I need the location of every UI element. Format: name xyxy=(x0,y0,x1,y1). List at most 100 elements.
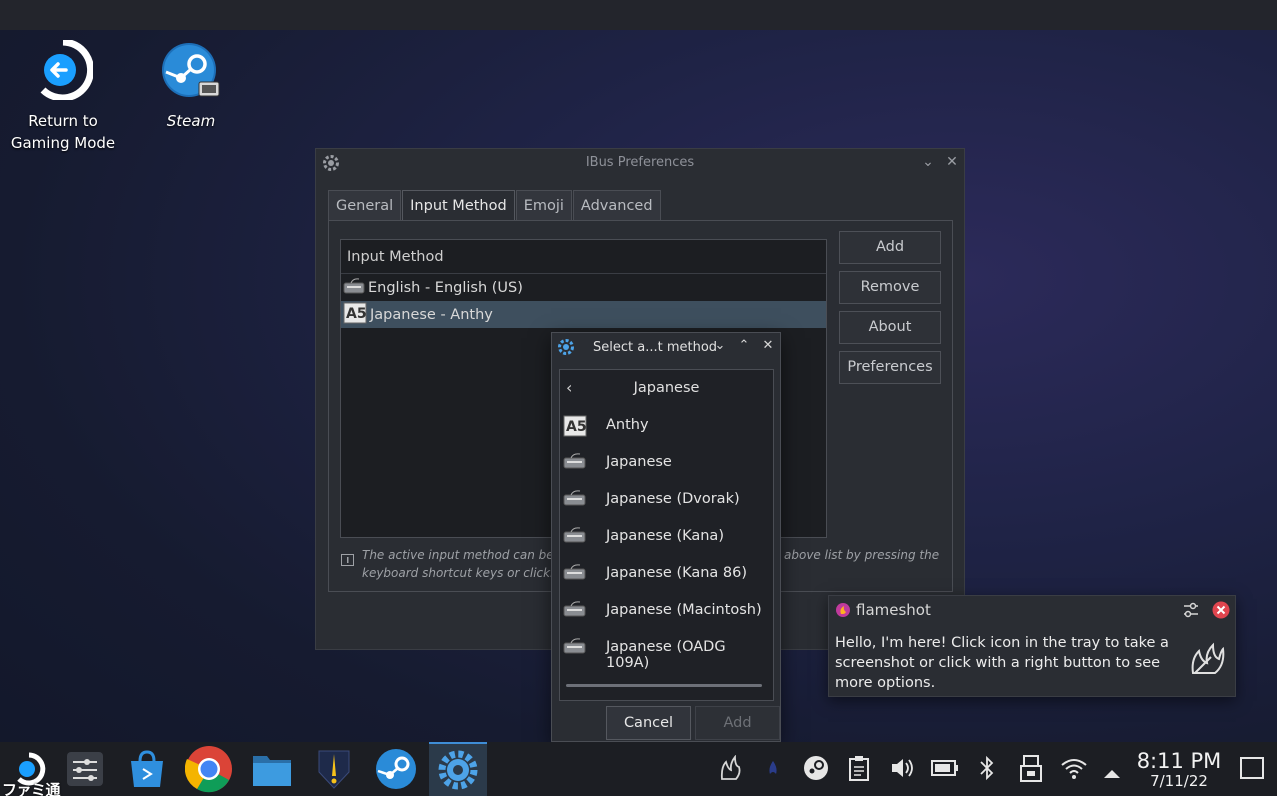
list-item-label: Japanese (Kana) xyxy=(606,528,724,544)
settings-sliders-icon xyxy=(67,752,103,786)
steam-shortcut[interactable]: Steam xyxy=(131,42,251,132)
remove-button[interactable]: Remove xyxy=(839,271,941,304)
taskbar-ibus-preferences[interactable] xyxy=(429,742,487,796)
list-item[interactable]: A5 Anthy xyxy=(560,407,773,444)
clock-date[interactable]: 7/11/22 xyxy=(1134,772,1224,790)
list-item-label: Japanese (Macintosh) xyxy=(606,602,762,618)
window-titlebar[interactable]: IBus Preferences ⌄ ✕ xyxy=(316,149,964,177)
show-desktop-button[interactable] xyxy=(1240,757,1264,779)
list-item[interactable]: Japanese xyxy=(560,444,773,481)
anthy-icon: A5 xyxy=(343,302,367,328)
dialog-titlebar[interactable]: Select a...t method ⌄ ⌃ ✕ xyxy=(552,333,780,361)
add-button-disabled[interactable]: Add xyxy=(695,706,780,740)
tab-input-method[interactable]: Input Method xyxy=(402,190,515,220)
taskbar xyxy=(0,742,1277,796)
list-item[interactable]: English - English (US) xyxy=(341,274,826,301)
return-label-line2: Gaming Mode xyxy=(10,134,116,152)
tab-general[interactable]: General xyxy=(328,190,402,220)
cancel-button[interactable]: Cancel xyxy=(606,706,691,740)
list-item-label: Anthy xyxy=(606,417,649,433)
flameshot-logo-icon xyxy=(836,603,850,621)
window-title: IBus Preferences xyxy=(585,155,695,170)
list-item[interactable]: Japanese (Kana) xyxy=(560,518,773,555)
svg-text:A5: A5 xyxy=(566,419,587,435)
about-button[interactable]: About xyxy=(839,311,941,344)
chevron-down-icon[interactable]: ⌄ xyxy=(711,337,729,355)
list-item-label: English - English (US) xyxy=(368,279,523,296)
anthy-icon: A5 xyxy=(563,415,587,441)
close-icon[interactable]: ✕ xyxy=(759,337,777,355)
hint-line1-right: above list by pressing the xyxy=(784,548,940,562)
bluetooth-icon[interactable] xyxy=(978,755,996,785)
return-to-gaming-mode-shortcut[interactable]: Return to Gaming Mode xyxy=(3,38,123,154)
wifi-icon[interactable] xyxy=(1060,757,1088,783)
taskbar-steam[interactable] xyxy=(367,742,425,796)
steam-tray-icon[interactable] xyxy=(803,755,829,785)
keyboard-icon xyxy=(563,563,587,585)
category-label: Japanese xyxy=(633,380,700,396)
list-item[interactable]: Japanese (Kana 86) xyxy=(560,555,773,592)
preferences-button[interactable]: Preferences xyxy=(839,351,941,384)
dialog-title: Select a...t method xyxy=(593,340,718,355)
tab-emoji[interactable]: Emoji xyxy=(515,190,572,220)
chevron-down-icon[interactable]: ⌄ xyxy=(918,152,938,172)
ibus-settings-icon xyxy=(438,750,478,790)
clipboard-icon[interactable] xyxy=(848,755,870,785)
list-item[interactable]: Japanese (Dvorak) xyxy=(560,481,773,518)
close-icon[interactable] xyxy=(1212,601,1230,623)
keyboard-icon xyxy=(563,452,587,474)
taskbar-file-manager[interactable] xyxy=(243,742,301,796)
notification-app-name: flameshot xyxy=(856,601,931,619)
ibus-tray-icon[interactable] xyxy=(765,760,781,780)
add-button[interactable]: Add xyxy=(839,231,941,264)
flameshot-notification: flameshot Hello, I'm here! Click icon in… xyxy=(828,595,1236,697)
language-method-list[interactable]: ‹ Japanese A5 Anthy Japanese Japanese (D… xyxy=(559,369,774,701)
taskbar-discover[interactable] xyxy=(118,742,176,796)
chevron-up-icon[interactable] xyxy=(1103,764,1121,783)
list-item-label: Japanese (OADG 109A) xyxy=(606,639,726,671)
keyboard-icon xyxy=(343,277,365,299)
list-header: Input Method xyxy=(341,240,826,274)
keyboard-icon xyxy=(563,637,587,659)
list-item-label: Japanese - Anthy xyxy=(370,306,493,323)
info-icon xyxy=(341,554,354,572)
gear-icon xyxy=(556,337,576,361)
battery-icon[interactable] xyxy=(931,759,959,781)
flameshot-tray-icon[interactable] xyxy=(720,754,742,785)
taskbar-heroic[interactable] xyxy=(305,742,363,796)
keyboard-icon xyxy=(563,526,587,548)
steam-icon xyxy=(376,749,416,789)
taskbar-chrome[interactable] xyxy=(180,742,238,796)
clock-time[interactable]: 8:11 PM xyxy=(1134,749,1224,773)
keyboard-icon xyxy=(563,600,587,622)
notification-header: flameshot xyxy=(829,596,1235,624)
list-item-label: Japanese (Kana 86) xyxy=(606,565,748,581)
heroic-icon xyxy=(318,750,350,789)
category-header[interactable]: ‹ Japanese xyxy=(560,370,773,407)
list-item[interactable]: Japanese (Macintosh) xyxy=(560,592,773,629)
list-item[interactable]: Japanese (OADG 109A) xyxy=(560,629,773,671)
list-item-label: Japanese (Dvorak) xyxy=(606,491,740,507)
usb-storage-icon[interactable] xyxy=(1019,755,1043,787)
return-arrow-icon xyxy=(3,38,123,104)
steam-label: Steam xyxy=(166,112,216,130)
select-input-method-dialog: Select a...t method ⌄ ⌃ ✕ ‹ Japanese A5 … xyxy=(551,332,781,742)
hint-line1: The active input method can be swi xyxy=(362,548,577,562)
notification-message: Hello, I'm here! Click icon in the tray … xyxy=(835,635,1169,691)
discover-store-icon xyxy=(131,750,163,787)
list-item-label: Japanese xyxy=(606,454,672,470)
list-item-selected[interactable]: A5 Japanese - Anthy xyxy=(341,301,826,328)
horizontal-scrollbar[interactable] xyxy=(566,684,762,687)
sliders-icon[interactable] xyxy=(1182,601,1200,623)
tab-advanced[interactable]: Advanced xyxy=(572,190,661,220)
return-label-line1: Return to xyxy=(28,112,98,130)
tab-bar: General Input Method Emoji Advanced xyxy=(328,190,662,220)
steam-icon xyxy=(131,42,251,104)
svg-text:A5: A5 xyxy=(346,306,367,322)
file-manager-icon xyxy=(253,756,291,786)
taskbar-settings-app[interactable] xyxy=(56,742,114,796)
chevron-up-icon[interactable]: ⌃ xyxy=(735,337,753,355)
volume-icon[interactable] xyxy=(889,755,915,785)
close-icon[interactable]: ✕ xyxy=(942,152,962,172)
watermark: ファミ通 xyxy=(2,781,61,796)
